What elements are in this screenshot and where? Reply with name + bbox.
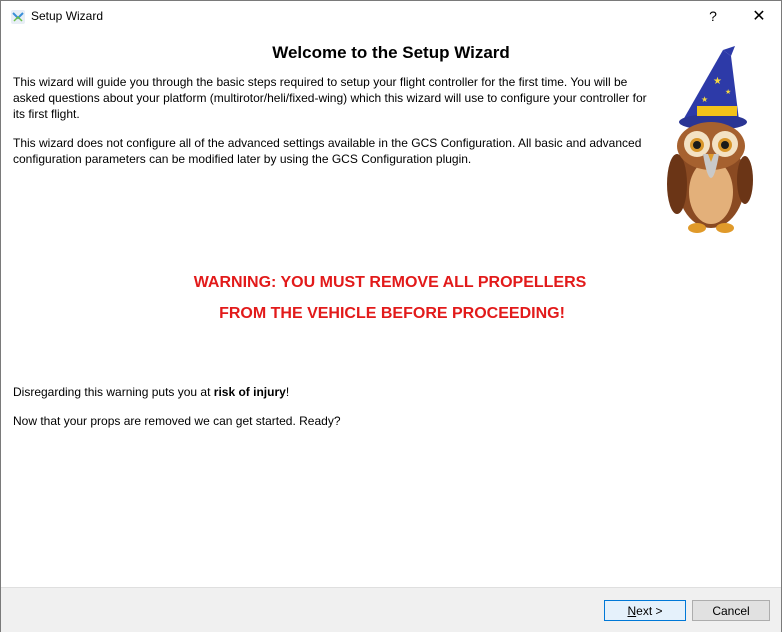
close-icon[interactable]: ✕	[739, 1, 779, 32]
ready-text: Now that your props are removed we can g…	[13, 414, 341, 428]
intro-text: This wizard will guide you through the b…	[13, 75, 647, 121]
risk-prefix: Disregarding this warning puts you at	[13, 385, 214, 399]
setup-wizard-window: Setup Wizard ? ✕ Welcome to the Setup Wi…	[0, 0, 782, 632]
risk-text: Disregarding this warning puts you at ri…	[13, 384, 289, 400]
risk-suffix: !	[285, 385, 290, 399]
app-icon	[11, 10, 25, 24]
button-bar: Next > Cancel	[1, 587, 781, 632]
help-icon[interactable]: ?	[693, 1, 733, 32]
svg-text:★: ★	[701, 95, 708, 104]
advanced-note-text: This wizard does not configure all of th…	[13, 136, 642, 166]
propeller-warning-line2: FROM THE VEHICLE BEFORE PROCEEDING!	[219, 305, 565, 322]
wizard-owl-illustration: ★ ★ ★	[667, 46, 753, 233]
propeller-warning-line1: WARNING: YOU MUST REMOVE ALL PROPELLERS	[193, 274, 587, 291]
risk-bold: risk of injury	[213, 385, 286, 399]
next-mnemonic: N	[627, 603, 637, 618]
next-button[interactable]: Next >	[604, 600, 686, 621]
wizard-page: Welcome to the Setup Wizard This wizard …	[1, 32, 781, 587]
svg-text:★: ★	[725, 88, 731, 96]
svg-text:★: ★	[713, 76, 722, 87]
title-bar[interactable]: Setup Wizard ? ✕	[1, 1, 781, 32]
window-title: Setup Wizard	[31, 9, 104, 23]
next-label: ext >	[636, 603, 663, 618]
cancel-button[interactable]: Cancel	[692, 600, 770, 621]
